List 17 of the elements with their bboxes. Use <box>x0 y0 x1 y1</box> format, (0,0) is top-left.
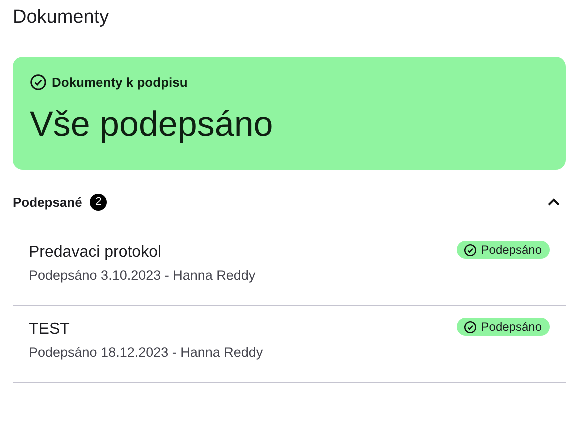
check-circle-icon <box>464 320 478 334</box>
document-row[interactable]: Predavaci protokol Podepsáno 3.10.2023 - Hanna Reddy Podepsáno <box>13 229 566 306</box>
card-headline: Vše podepsáno <box>30 105 274 145</box>
document-row[interactable]: TEST Podepsáno 18.12.2023 - Hanna Reddy Podepsáno <box>13 306 566 383</box>
status-label: Podepsáno <box>481 243 542 257</box>
check-circle-icon <box>464 244 478 256</box>
check-circle-icon <box>30 74 47 91</box>
section-header[interactable]: Podepsané 2 <box>13 192 566 212</box>
page-title: Dokumenty <box>13 6 110 30</box>
count-badge: 2 <box>90 194 108 210</box>
card-label: Dokumenty k podpisu <box>52 75 188 90</box>
document-name: TEST <box>29 320 71 340</box>
document-name: Predavaci protokol <box>29 243 163 263</box>
chevron-up-icon <box>548 198 560 206</box>
status-label: Podepsáno <box>481 320 542 334</box>
document-detail: Podepsáno 3.10.2023 - Hanna Reddy <box>29 268 257 283</box>
document-detail: Podepsáno 18.12.2023 - Hanna Reddy <box>29 345 264 360</box>
